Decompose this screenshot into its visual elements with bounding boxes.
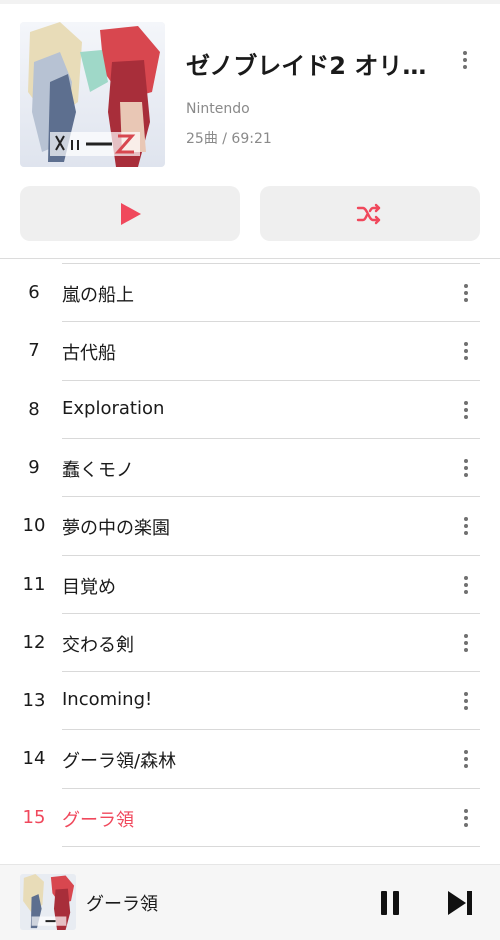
album-more-icon[interactable] <box>455 48 475 72</box>
more-vertical-icon[interactable] <box>456 514 476 538</box>
pause-button[interactable] <box>374 887 406 919</box>
track-title: 古代船 <box>62 343 116 365</box>
more-vertical-icon[interactable] <box>456 747 476 771</box>
now-playing-bar[interactable]: グーラ領 <box>0 864 500 940</box>
pause-icon <box>381 891 399 915</box>
shuffle-button[interactable] <box>260 186 480 241</box>
more-vertical-icon[interactable] <box>456 281 476 305</box>
track-title: グーラ領 <box>62 809 134 831</box>
play-button[interactable] <box>20 186 240 241</box>
track-row[interactable]: 12 交わる剣 <box>0 614 500 672</box>
track-row[interactable]: 13 Incoming! <box>0 672 500 730</box>
more-vertical-icon[interactable] <box>456 339 476 363</box>
track-number: 15 <box>22 806 46 828</box>
more-vertical-icon[interactable] <box>456 631 476 655</box>
track-row[interactable]: 9 蠢くモノ <box>0 439 500 497</box>
now-playing-cover[interactable] <box>20 874 76 930</box>
track-number: 12 <box>22 631 46 653</box>
track-row[interactable]: 7 古代船 <box>0 322 500 380</box>
more-vertical-icon[interactable] <box>456 573 476 597</box>
album-artist[interactable]: Nintendo <box>186 101 250 117</box>
track-row[interactable]: 11 目覚め <box>0 556 500 614</box>
shuffle-icon <box>356 203 381 224</box>
track-title: 交わる剣 <box>62 634 134 656</box>
track-title: 目覚め <box>62 576 116 598</box>
more-vertical-icon[interactable] <box>456 398 476 422</box>
now-playing-title[interactable]: グーラ領 <box>86 890 158 916</box>
track-row[interactable]: 14 グーラ領/森林 <box>0 730 500 788</box>
track-number: 10 <box>22 515 46 537</box>
track-title: 蠢くモノ <box>62 459 134 481</box>
skip-next-icon <box>448 891 472 915</box>
play-icon <box>121 202 141 225</box>
track-title: Incoming! <box>62 689 153 711</box>
album-cover <box>20 22 165 167</box>
track-title: グーラ領/森林 <box>62 751 177 773</box>
album-title: ゼノブレイド2 オリジナル・サウンドトラック <box>186 52 436 80</box>
track-number: 11 <box>22 573 46 595</box>
track-number: 8 <box>28 398 40 420</box>
skip-next-button[interactable] <box>442 887 478 919</box>
track-row[interactable]: 8 Exploration <box>0 381 500 439</box>
track-title: 夢の中の楽園 <box>62 518 170 540</box>
track-row[interactable]: 10 夢の中の楽園 <box>0 497 500 555</box>
more-vertical-icon[interactable] <box>456 456 476 480</box>
album-meta: 25曲 / 69:21 <box>186 131 272 147</box>
row-divider <box>62 846 480 847</box>
album-header: ゼノブレイド2 オリジナル・サウンドトラック Nintendo 25曲 / 69… <box>0 4 500 256</box>
track-title: Exploration <box>62 397 165 419</box>
track-number: 6 <box>28 282 40 303</box>
track-row[interactable]: 15 グーラ領 <box>0 789 500 847</box>
track-title: 嵐の船上 <box>62 285 134 306</box>
more-vertical-icon[interactable] <box>456 689 476 713</box>
track-number: 13 <box>22 690 46 712</box>
track-row[interactable]: 6 嵐の船上 <box>0 264 500 322</box>
header-divider <box>0 258 500 259</box>
track-number: 7 <box>28 340 40 362</box>
track-number: 14 <box>22 748 46 770</box>
more-vertical-icon[interactable] <box>456 806 476 830</box>
track-number: 9 <box>28 456 40 478</box>
